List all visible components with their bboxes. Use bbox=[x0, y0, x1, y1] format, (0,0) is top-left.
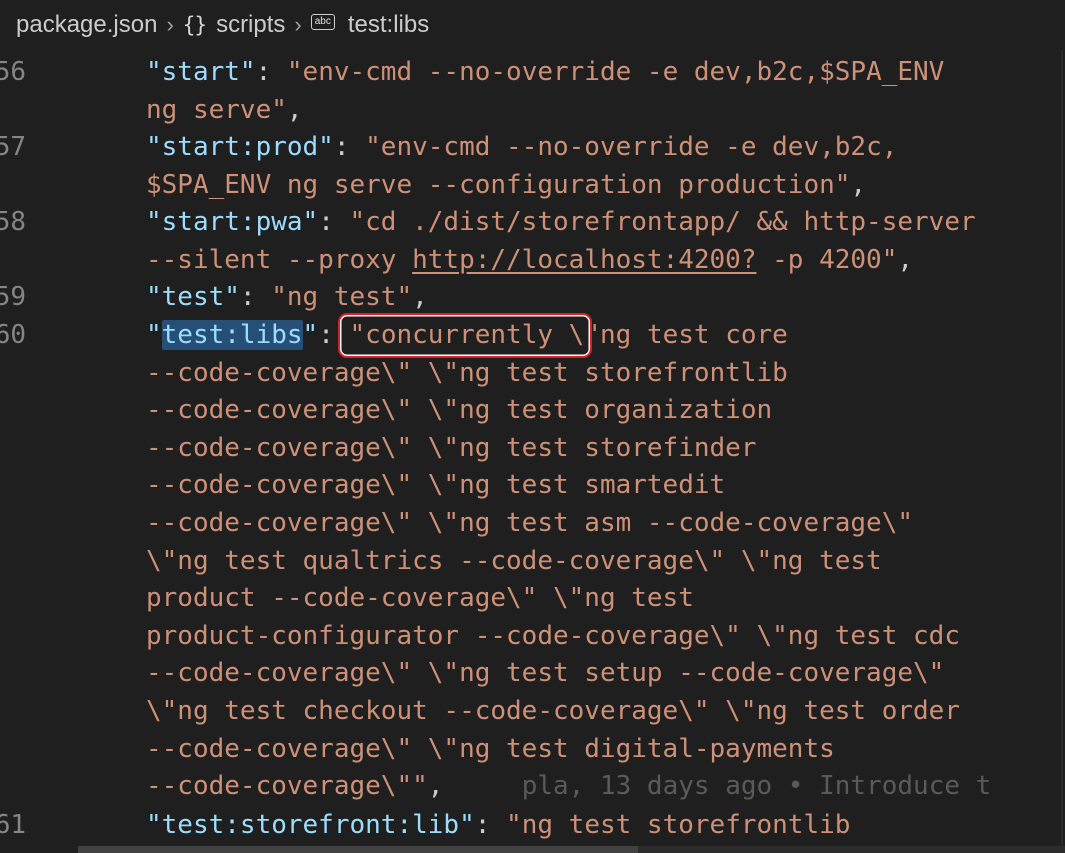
code-line: --silent --proxy http://localhost:4200? … bbox=[146, 245, 914, 275]
code-line: "start:prod": "env-cmd --no-override -e … bbox=[146, 132, 898, 162]
horizontal-scrollbar[interactable] bbox=[78, 846, 1065, 853]
breadcrumb-scripts[interactable]: scripts bbox=[216, 11, 285, 39]
line-number: 61 bbox=[0, 810, 26, 840]
breadcrumb-test-libs[interactable]: test:libs bbox=[348, 11, 429, 39]
json-key: "start:prod" bbox=[146, 132, 334, 162]
json-string: "ng test storefrontlib bbox=[506, 810, 851, 840]
string-type-icon: abc bbox=[310, 14, 335, 30]
chevron-right-icon: › bbox=[294, 12, 302, 37]
json-key-quote: " bbox=[146, 320, 162, 350]
code-line: --code-coverage\" \"ng test asm --code-c… bbox=[146, 508, 914, 538]
code-line: "test": "ng test", bbox=[146, 282, 428, 312]
json-string: "cd ./dist/storefrontapp/ && http-server bbox=[349, 207, 976, 237]
highlighted-concurrently: "concurrently \ bbox=[337, 313, 593, 358]
localhost-link[interactable]: http://localhost:4200? bbox=[412, 245, 756, 275]
selected-key-text: test:libs bbox=[161, 320, 303, 350]
breadcrumb-file[interactable]: package.json bbox=[16, 11, 157, 39]
line-number: 56 bbox=[0, 57, 26, 87]
json-string: --code-coverage\"" bbox=[146, 771, 428, 801]
breadcrumb: package.json › {} scripts › abc test:lib… bbox=[0, 0, 1065, 50]
code-line: "start:pwa": "cd ./dist/storefrontapp/ &… bbox=[146, 207, 976, 237]
code-line: ng serve", bbox=[146, 95, 303, 125]
code-line: --code-coverage\" \"ng test digital-paym… bbox=[146, 734, 835, 764]
code-line: --code-coverage\" \"ng test organization bbox=[146, 395, 773, 425]
code-line: --code-coverage\" \"ng test setup --code… bbox=[146, 658, 945, 688]
code-line: $SPA_ENV ng serve --configuration produc… bbox=[146, 170, 867, 200]
json-key: "start:pwa" bbox=[146, 207, 319, 237]
json-string: --silent --proxy bbox=[146, 245, 413, 275]
scrollbar-thumb[interactable] bbox=[78, 846, 638, 853]
json-string: "ng test" bbox=[271, 282, 413, 312]
json-string: -p 4200" bbox=[756, 245, 898, 275]
code-line: \"ng test qualtrics --code-coverage\" \"… bbox=[146, 546, 882, 576]
code-editor[interactable]: "start": "env-cmd --no-override -e dev,b… bbox=[78, 50, 1065, 853]
json-string: "env-cmd --no-override -e dev,b2c, bbox=[365, 132, 898, 162]
code-line: --code-coverage\" \"ng test storefrontli… bbox=[146, 358, 788, 388]
line-number-gutter: 56 57 58 59 60 61 bbox=[0, 50, 78, 853]
code-line: --code-coverage\" \"ng test smartedit bbox=[146, 470, 726, 500]
line-number: 57 bbox=[0, 132, 26, 162]
git-blame-annotation: pla, 13 days ago • Introduce t bbox=[521, 771, 992, 801]
code-line: \"ng test checkout --code-coverage\" \"n… bbox=[146, 696, 960, 726]
code-line: "start": "env-cmd --no-override -e dev,b… bbox=[146, 57, 945, 87]
code-line: "test:libs": "concurrently \"ng test cor… bbox=[146, 313, 788, 358]
code-line: --code-coverage\" \"ng test storefinder bbox=[146, 433, 757, 463]
json-string: ng serve" bbox=[146, 95, 287, 125]
json-string: "ng test core bbox=[584, 320, 788, 350]
chevron-right-icon: › bbox=[166, 12, 174, 37]
braces-icon: {} bbox=[182, 13, 207, 37]
json-key: "start" bbox=[146, 57, 256, 87]
code-line: product --code-coverage\" \"ng test bbox=[146, 583, 694, 613]
overview-ruler bbox=[1061, 50, 1063, 850]
json-string: $SPA_ENV ng serve --configuration produc… bbox=[146, 170, 851, 200]
line-number: 59 bbox=[0, 282, 26, 312]
json-key: "test:storefront:lib" bbox=[146, 810, 475, 840]
code-line: "test:storefront:lib": "ng test storefro… bbox=[146, 810, 851, 840]
json-key-quote: " bbox=[302, 320, 319, 350]
code-line: product-configurator --code-coverage\" \… bbox=[146, 621, 960, 651]
code-line: --code-coverage\"", pla, 13 days ago • I… bbox=[146, 771, 992, 801]
json-string: "env-cmd --no-override -e dev,b2c,$SPA_E… bbox=[286, 57, 945, 87]
line-number: 58 bbox=[0, 207, 26, 237]
json-key: "test" bbox=[146, 282, 240, 312]
line-number: 60 bbox=[0, 320, 26, 350]
